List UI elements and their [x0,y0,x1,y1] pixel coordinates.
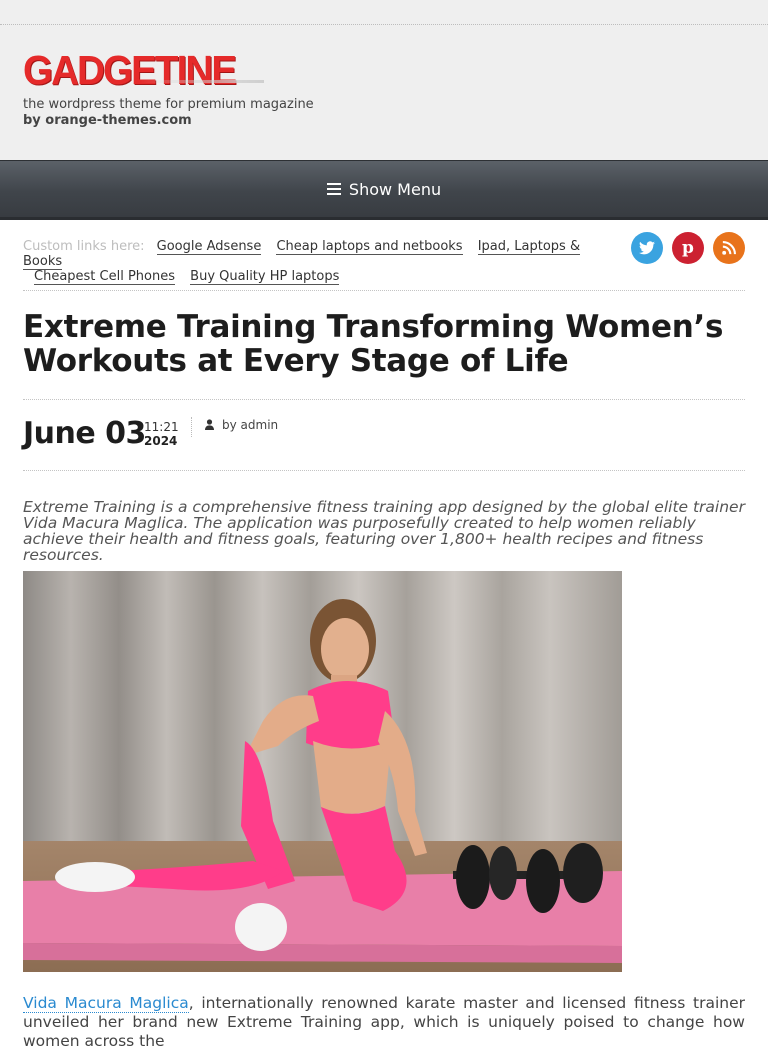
show-menu-label: Show Menu [348,179,442,199]
site-tagline: the wordpress theme for premium magazine [23,97,314,112]
divider [23,470,745,471]
site-logo[interactable]: GADGETINE [23,48,237,92]
show-menu-button[interactable]: Show Menu [0,160,768,220]
link-cheap-laptops[interactable]: Cheap laptops and netbooks [276,239,463,255]
site-byline: by orange-themes.com [23,113,192,128]
rss-button[interactable] [713,232,745,264]
link-cheapest-cell-phones[interactable]: Cheapest Cell Phones [34,269,176,285]
divider [23,290,745,291]
link-hp-laptops[interactable]: Buy Quality HP laptops [190,269,340,285]
twitter-button[interactable] [631,232,663,264]
author-label: by admin [222,418,279,432]
twitter-icon [639,241,655,255]
article-body: Vida Macura Maglica, internationally ren… [23,994,745,1051]
pinterest-button[interactable]: p [672,232,704,264]
article-date: June 03 [23,416,146,451]
article-title: Extreme Training Transforming Women’s Wo… [23,309,724,379]
article-time: 11:21 [144,420,179,434]
article-intro: Extreme Training is a comprehensive fitn… [23,498,745,564]
user-icon [205,419,214,430]
article-photo [23,571,622,972]
article-year: 2024 [144,434,178,448]
custom-links-bar: Custom links here: Google Adsense Cheap … [23,239,623,285]
hamburger-icon [326,180,341,198]
pinterest-icon: p [682,238,694,258]
custom-links-lead: Custom links here: [23,239,145,254]
meta-separator [191,417,192,437]
link-google-adsense[interactable]: Google Adsense [156,239,262,255]
article-author[interactable]: by admin [205,418,278,432]
top-divider [0,24,768,25]
rss-icon [722,241,736,255]
divider [23,399,745,400]
logo-swoosh [140,80,264,83]
vida-macura-maglica-link[interactable]: Vida Macura Maglica [23,994,189,1013]
